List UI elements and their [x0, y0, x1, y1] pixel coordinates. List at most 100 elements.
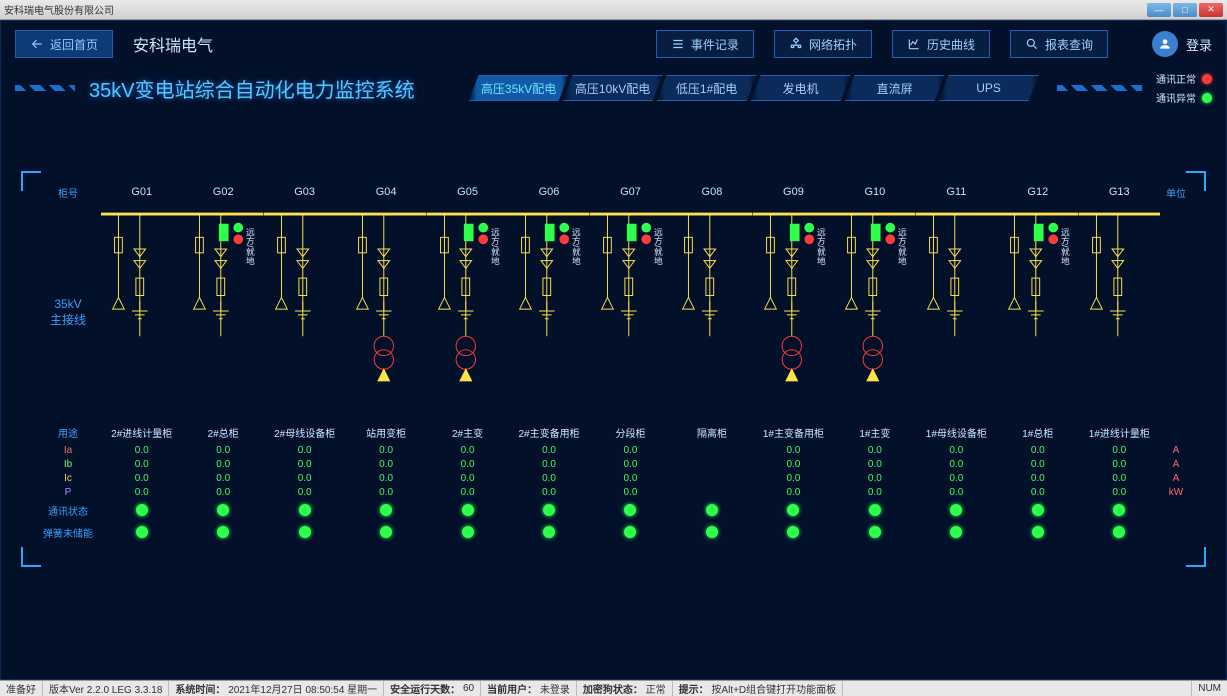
- use-label-G02: 2#总柜: [182, 421, 263, 443]
- val-ia-G10: 0.0: [834, 443, 915, 457]
- spring-dot-G04: [345, 521, 426, 543]
- feeder-diagram-G09[interactable]: 远方/就地: [753, 203, 834, 421]
- history-curve-button[interactable]: 历史曲线: [892, 30, 990, 58]
- tab-4[interactable]: 直流屏: [845, 75, 945, 101]
- login-label: 登录: [1186, 35, 1212, 54]
- tab-5[interactable]: UPS: [939, 75, 1039, 101]
- window-maximize-button[interactable]: □: [1173, 3, 1197, 17]
- feeder-diagram-G07[interactable]: 远方/就地: [590, 203, 671, 421]
- svg-text:远方/就地: 远方/就地: [245, 227, 255, 265]
- event-log-button[interactable]: 事件记录: [656, 30, 754, 58]
- val-ia-G03: 0.0: [264, 443, 345, 457]
- search-icon: [1025, 37, 1039, 51]
- feeder-diagram-G01[interactable]: [101, 203, 182, 421]
- single-line-diagram: 柜号35kV主接线用途IaIbIcP通讯状态弹簧未储能单位AAAkWG012#进…: [21, 131, 1206, 561]
- status-tip: 提示： 按Alt+D组合键打开功能面板: [673, 681, 844, 696]
- status-version: 版本Ver 2.2.0 LEG 3.3.18: [43, 681, 169, 696]
- feeder-diagram-G04[interactable]: [345, 203, 426, 421]
- feeder-diagram-G03[interactable]: [264, 203, 345, 421]
- val-p-G13: 0.0: [1079, 485, 1160, 499]
- row-header-spring: 弹簧未储能: [35, 521, 101, 543]
- window-close-button[interactable]: ✕: [1199, 3, 1223, 17]
- val-p-G11: 0.0: [916, 485, 997, 499]
- side-label: 35kV主接线: [35, 203, 101, 421]
- tab-2[interactable]: 低压1#配电: [657, 75, 757, 101]
- val-ib-G01: 0.0: [101, 457, 182, 471]
- val-p-G08: [671, 485, 752, 499]
- system-title: 35kV变电站综合自动化电力监控系统: [89, 74, 415, 103]
- tab-bar: 高压35kV配电高压10kV配电低压1#配电发电机直流屏UPS: [469, 75, 1033, 101]
- val-ib-G03: 0.0: [264, 457, 345, 471]
- use-label-G07: 分段柜: [590, 421, 671, 443]
- spring-dot-G01: [101, 521, 182, 543]
- window-titlebar: 安科瑞电气股份有限公司 — □ ✕: [0, 0, 1227, 20]
- row-header-use: 用途: [35, 421, 101, 443]
- val-ic-G13: 0.0: [1079, 471, 1160, 485]
- use-label-G10: 1#主变: [834, 421, 915, 443]
- val-ib-G11: 0.0: [916, 457, 997, 471]
- decor-stripes: [15, 85, 75, 91]
- val-ic-G02: 0.0: [182, 471, 263, 485]
- window-minimize-button[interactable]: —: [1147, 3, 1171, 17]
- row-header-gh: 柜号: [35, 181, 101, 203]
- back-button[interactable]: 返回首页: [15, 30, 113, 58]
- val-ic-G09: 0.0: [753, 471, 834, 485]
- val-ic-G12: 0.0: [997, 471, 1078, 485]
- spring-dot-G11: [916, 521, 997, 543]
- use-label-G06: 2#主变备用柜: [508, 421, 589, 443]
- feeder-diagram-G05[interactable]: 远方/就地: [427, 203, 508, 421]
- topology-button[interactable]: 网络拓扑: [774, 30, 872, 58]
- val-ib-G10: 0.0: [834, 457, 915, 471]
- col-header-G07: G07: [590, 181, 671, 203]
- tab-0[interactable]: 高压35kV配电: [469, 75, 569, 101]
- feeder-diagram-G02[interactable]: 远方/就地: [182, 203, 263, 421]
- spring-dot-G06: [508, 521, 589, 543]
- feeder-diagram-G13[interactable]: [1079, 203, 1160, 421]
- col-header-G02: G02: [182, 181, 263, 203]
- val-ib-G02: 0.0: [182, 457, 263, 471]
- feeder-diagram-G08[interactable]: [671, 203, 752, 421]
- tab-1[interactable]: 高压10kV配电: [563, 75, 663, 101]
- val-p-G02: 0.0: [182, 485, 263, 499]
- status-ready: 准备好: [0, 681, 43, 696]
- system-header: 35kV变电站综合自动化电力监控系统 高压35kV配电高压10kV配电低压1#配…: [1, 67, 1226, 109]
- val-ia-G08: [671, 443, 752, 457]
- val-ic-G06: 0.0: [508, 471, 589, 485]
- row-header-ic: Ic: [35, 471, 101, 485]
- val-ib-G05: 0.0: [427, 457, 508, 471]
- comm-dot-G03: [264, 499, 345, 521]
- val-ib-G13: 0.0: [1079, 457, 1160, 471]
- status-dot-green: [1202, 93, 1212, 103]
- back-label: 返回首页: [50, 36, 98, 53]
- use-label-G08: 隔离柜: [671, 421, 752, 443]
- feeder-diagram-G12[interactable]: 远方/就地: [997, 203, 1078, 421]
- chart-icon: [907, 37, 921, 51]
- val-ib-G07: 0.0: [590, 457, 671, 471]
- comm-dot-G07: [590, 499, 671, 521]
- use-label-G05: 2#主变: [427, 421, 508, 443]
- login-area[interactable]: 登录: [1152, 31, 1212, 57]
- report-button[interactable]: 报表查询: [1010, 30, 1108, 58]
- val-p-G10: 0.0: [834, 485, 915, 499]
- val-ic-G07: 0.0: [590, 471, 671, 485]
- decor-stripes-right: [1057, 85, 1142, 91]
- svg-text:远方/就地: 远方/就地: [897, 227, 907, 265]
- val-ic-G01: 0.0: [101, 471, 182, 485]
- feeder-diagram-G10[interactable]: 远方/就地: [834, 203, 915, 421]
- comm-dot-G02: [182, 499, 263, 521]
- feeder-diagram-G11[interactable]: [916, 203, 997, 421]
- val-ib-G08: [671, 457, 752, 471]
- col-header-G06: G06: [508, 181, 589, 203]
- row-header-comm: 通讯状态: [35, 499, 101, 521]
- val-ia-G09: 0.0: [753, 443, 834, 457]
- col-header-G09: G09: [753, 181, 834, 203]
- status-encrypt: 加密狗状态： 正常: [577, 681, 673, 696]
- feeder-diagram-G06[interactable]: 远方/就地: [508, 203, 589, 421]
- status-safedays: 安全运行天数： 60: [384, 681, 481, 696]
- val-ic-G05: 0.0: [427, 471, 508, 485]
- val-ib-G09: 0.0: [753, 457, 834, 471]
- col-header-G12: G12: [997, 181, 1078, 203]
- val-ic-G10: 0.0: [834, 471, 915, 485]
- window-title: 安科瑞电气股份有限公司: [4, 2, 114, 17]
- tab-3[interactable]: 发电机: [751, 75, 851, 101]
